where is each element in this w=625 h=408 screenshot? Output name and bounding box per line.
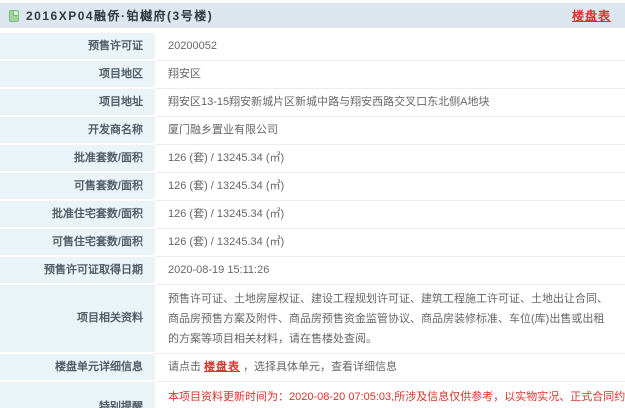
- row-label: 预售许可证: [0, 33, 155, 61]
- row-label: 特别提醒: [0, 382, 155, 408]
- row-label: 预售许可证取得日期: [0, 257, 155, 285]
- unit-details-suffix: ，选择具体单元，查看详细信息: [243, 361, 397, 373]
- notice-line-update-time: 本项目资料更新时间为：2020-08-20 07:05:03,所涉及信息仅供参考…: [168, 391, 625, 403]
- table-row-approved-units: 批准套数/面积 126 (套) / 13245.34 (㎡): [0, 145, 625, 173]
- document-icon: [9, 9, 19, 22]
- table-row-district: 项目地区 翔安区: [0, 61, 625, 89]
- row-label: 开发商名称: [0, 117, 155, 145]
- presale-info-table: 预售许可证 20200052 项目地区 翔安区 项目地址 翔安区13-15翔安新…: [0, 33, 625, 408]
- table-row-special-notice: 特别提醒 本项目资料更新时间为：2020-08-20 07:05:03,所涉及信…: [0, 382, 625, 408]
- table-row-related-docs: 项目相关资料 预售许可证、土地房屋权证、建设工程规划许可证、建筑工程施工许可证、…: [0, 285, 625, 354]
- table-row-developer: 开发商名称 厦门融乡置业有限公司: [0, 117, 625, 145]
- row-label: 批准住宅套数/面积: [0, 201, 155, 229]
- table-row-sellable-residential: 可售住宅套数/面积 126 (套) / 13245.34 (㎡): [0, 229, 625, 257]
- row-value: 126 (套) / 13245.34 (㎡): [155, 173, 625, 201]
- title-bar: 2016XP04融侨·铂樾府(3号楼) 楼盘表: [0, 3, 625, 28]
- table-row-approved-residential: 批准住宅套数/面积 126 (套) / 13245.34 (㎡): [0, 201, 625, 229]
- table-row-sellable-units: 可售套数/面积 126 (套) / 13245.34 (㎡): [0, 173, 625, 201]
- row-label: 楼盘单元详细信息: [0, 354, 155, 382]
- row-label: 可售住宅套数/面积: [0, 229, 155, 257]
- row-value: 厦门融乡置业有限公司: [155, 117, 625, 145]
- table-row-permit-no: 预售许可证 20200052: [0, 33, 625, 61]
- row-label: 项目地址: [0, 89, 155, 117]
- row-value: 翔安区13-15翔安新城片区新城中路与翔安西路交叉口东北侧A地块: [155, 89, 625, 117]
- building-table-link-inline[interactable]: 楼盘表: [204, 358, 240, 377]
- unit-details-prefix: 请点击: [168, 361, 201, 373]
- table-row-address: 项目地址 翔安区13-15翔安新城片区新城中路与翔安西路交叉口东北侧A地块: [0, 89, 625, 117]
- row-value: 20200052: [155, 33, 625, 61]
- table-row-permit-date: 预售许可证取得日期 2020-08-19 15:11:26: [0, 257, 625, 285]
- row-value: 请点击 楼盘表 ，选择具体单元，查看详细信息: [155, 354, 625, 382]
- row-value: 126 (套) / 13245.34 (㎡): [155, 201, 625, 229]
- row-value: 2020-08-19 15:11:26: [155, 257, 625, 285]
- page-title: 2016XP04融侨·铂樾府(3号楼): [26, 9, 214, 23]
- table-row-unit-details: 楼盘单元详细信息 请点击 楼盘表 ，选择具体单元，查看详细信息: [0, 354, 625, 382]
- row-label: 批准套数/面积: [0, 145, 155, 173]
- row-value: 126 (套) / 13245.34 (㎡): [155, 229, 625, 257]
- row-label: 项目相关资料: [0, 285, 155, 354]
- row-value: 本项目资料更新时间为：2020-08-20 07:05:03,所涉及信息仅供参考…: [155, 382, 625, 408]
- building-table-link-top[interactable]: 楼盘表: [572, 7, 611, 24]
- row-label: 可售套数/面积: [0, 173, 155, 201]
- row-label: 项目地区: [0, 61, 155, 89]
- row-value: 预售许可证、土地房屋权证、建设工程规划许可证、建筑工程施工许可证、土地出让合同、…: [155, 285, 625, 354]
- row-value: 翔安区: [155, 61, 625, 89]
- row-value: 126 (套) / 13245.34 (㎡): [155, 145, 625, 173]
